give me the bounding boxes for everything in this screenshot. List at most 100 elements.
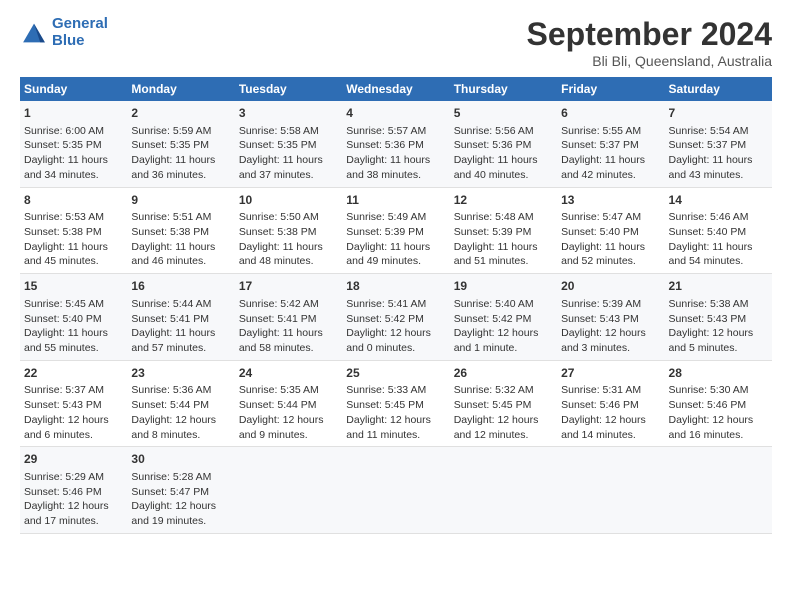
day-number: 30 xyxy=(131,451,230,468)
days-row: SundayMondayTuesdayWednesdayThursdayFrid… xyxy=(20,77,772,101)
day-info: and 37 minutes. xyxy=(239,168,338,183)
day-info: Sunset: 5:46 PM xyxy=(669,398,768,413)
calendar-cell: 16Sunrise: 5:44 AMSunset: 5:41 PMDayligh… xyxy=(127,274,234,361)
calendar-cell: 22Sunrise: 5:37 AMSunset: 5:43 PMDayligh… xyxy=(20,360,127,447)
day-info: Daylight: 12 hours xyxy=(454,326,553,341)
day-info: Daylight: 11 hours xyxy=(346,240,445,255)
day-number: 21 xyxy=(669,278,768,295)
calendar-cell: 18Sunrise: 5:41 AMSunset: 5:42 PMDayligh… xyxy=(342,274,449,361)
logo: General Blue xyxy=(20,16,108,49)
day-info: Sunrise: 5:31 AM xyxy=(561,383,660,398)
day-info: and 46 minutes. xyxy=(131,254,230,269)
day-number: 14 xyxy=(669,192,768,209)
day-info: Daylight: 11 hours xyxy=(24,153,123,168)
day-info: Sunset: 5:41 PM xyxy=(131,312,230,327)
day-info: Sunrise: 5:35 AM xyxy=(239,383,338,398)
day-number: 4 xyxy=(346,105,445,122)
day-info: Sunrise: 5:47 AM xyxy=(561,210,660,225)
day-info: Daylight: 11 hours xyxy=(131,240,230,255)
day-info: Sunset: 5:43 PM xyxy=(669,312,768,327)
day-info: Sunset: 5:37 PM xyxy=(669,138,768,153)
day-info: Daylight: 12 hours xyxy=(131,413,230,428)
day-info: Sunset: 5:35 PM xyxy=(239,138,338,153)
calendar-cell: 20Sunrise: 5:39 AMSunset: 5:43 PMDayligh… xyxy=(557,274,664,361)
day-info: Daylight: 12 hours xyxy=(346,326,445,341)
calendar-cell: 1 Sunrise: 6:00 AMSunset: 5:35 PMDaylight… xyxy=(20,101,127,187)
week-row-3: 15Sunrise: 5:45 AMSunset: 5:40 PMDayligh… xyxy=(20,274,772,361)
day-number: 1 xyxy=(24,105,123,122)
day-info: and 9 minutes. xyxy=(239,428,338,443)
calendar-cell: 24Sunrise: 5:35 AMSunset: 5:44 PMDayligh… xyxy=(235,360,342,447)
day-info: Sunrise: 5:30 AM xyxy=(669,383,768,398)
day-info: Sunrise: 5:37 AM xyxy=(24,383,123,398)
day-header-monday: Monday xyxy=(127,77,234,101)
day-info: Daylight: 12 hours xyxy=(561,326,660,341)
day-info: and 12 minutes. xyxy=(454,428,553,443)
month-title: September 2024 xyxy=(527,16,772,53)
week-row-4: 22Sunrise: 5:37 AMSunset: 5:43 PMDayligh… xyxy=(20,360,772,447)
calendar-cell: 2Sunrise: 5:59 AMSunset: 5:35 PMDaylight… xyxy=(127,101,234,187)
day-info: Sunrise: 5:57 AM xyxy=(346,124,445,139)
day-info: Daylight: 12 hours xyxy=(239,413,338,428)
day-info: Sunrise: 5:29 AM xyxy=(24,470,123,485)
day-info: Sunrise: 5:59 AM xyxy=(131,124,230,139)
calendar-cell: 6Sunrise: 5:55 AMSunset: 5:37 PMDaylight… xyxy=(557,101,664,187)
day-info: and 6 minutes. xyxy=(24,428,123,443)
day-info: Sunrise: 6:00 AM xyxy=(24,124,123,139)
day-info: Daylight: 11 hours xyxy=(454,153,553,168)
day-info: Sunset: 5:45 PM xyxy=(454,398,553,413)
day-info: Sunset: 5:40 PM xyxy=(24,312,123,327)
day-number: 6 xyxy=(561,105,660,122)
day-info: Daylight: 11 hours xyxy=(239,153,338,168)
day-info: Sunrise: 5:50 AM xyxy=(239,210,338,225)
day-info: Sunrise: 5:36 AM xyxy=(131,383,230,398)
day-info: and 45 minutes. xyxy=(24,254,123,269)
calendar-cell: 23Sunrise: 5:36 AMSunset: 5:44 PMDayligh… xyxy=(127,360,234,447)
calendar-table: SundayMondayTuesdayWednesdayThursdayFrid… xyxy=(20,77,772,534)
calendar-cell: 12Sunrise: 5:48 AMSunset: 5:39 PMDayligh… xyxy=(450,187,557,274)
day-number: 5 xyxy=(454,105,553,122)
calendar-cell: 25Sunrise: 5:33 AMSunset: 5:45 PMDayligh… xyxy=(342,360,449,447)
day-info: Daylight: 12 hours xyxy=(131,499,230,514)
day-info: Sunrise: 5:44 AM xyxy=(131,297,230,312)
day-info: Sunrise: 5:32 AM xyxy=(454,383,553,398)
day-info: Sunset: 5:35 PM xyxy=(24,138,123,153)
day-header-friday: Friday xyxy=(557,77,664,101)
location-subtitle: Bli Bli, Queensland, Australia xyxy=(527,53,772,69)
calendar-cell: 7Sunrise: 5:54 AMSunset: 5:37 PMDaylight… xyxy=(665,101,772,187)
day-number: 7 xyxy=(669,105,768,122)
day-header-saturday: Saturday xyxy=(665,77,772,101)
day-info: and 49 minutes. xyxy=(346,254,445,269)
day-number: 17 xyxy=(239,278,338,295)
day-info: and 5 minutes. xyxy=(669,341,768,356)
day-info: Sunset: 5:36 PM xyxy=(454,138,553,153)
day-number: 10 xyxy=(239,192,338,209)
day-info: and 34 minutes. xyxy=(24,168,123,183)
calendar-cell: 27Sunrise: 5:31 AMSunset: 5:46 PMDayligh… xyxy=(557,360,664,447)
day-number: 2 xyxy=(131,105,230,122)
calendar-cell: 28Sunrise: 5:30 AMSunset: 5:46 PMDayligh… xyxy=(665,360,772,447)
page: General Blue September 2024 Bli Bli, Que… xyxy=(0,0,792,544)
day-info: Sunset: 5:38 PM xyxy=(239,225,338,240)
day-info: Sunrise: 5:56 AM xyxy=(454,124,553,139)
day-info: Sunset: 5:47 PM xyxy=(131,485,230,500)
calendar-cell: 17Sunrise: 5:42 AMSunset: 5:41 PMDayligh… xyxy=(235,274,342,361)
day-info: Sunrise: 5:33 AM xyxy=(346,383,445,398)
calendar-cell xyxy=(557,447,664,534)
day-header-tuesday: Tuesday xyxy=(235,77,342,101)
calendar-cell: 21Sunrise: 5:38 AMSunset: 5:43 PMDayligh… xyxy=(665,274,772,361)
day-info: and 1 minute. xyxy=(454,341,553,356)
day-info: Sunrise: 5:28 AM xyxy=(131,470,230,485)
logo-text: General Blue xyxy=(52,16,108,49)
day-info: Sunset: 5:45 PM xyxy=(346,398,445,413)
calendar-cell: 13Sunrise: 5:47 AMSunset: 5:40 PMDayligh… xyxy=(557,187,664,274)
calendar-cell: 29Sunrise: 5:29 AMSunset: 5:46 PMDayligh… xyxy=(20,447,127,534)
day-info: Daylight: 12 hours xyxy=(24,499,123,514)
day-info: Daylight: 11 hours xyxy=(239,240,338,255)
day-info: Daylight: 12 hours xyxy=(24,413,123,428)
day-info: Sunset: 5:38 PM xyxy=(131,225,230,240)
day-info: Sunrise: 5:55 AM xyxy=(561,124,660,139)
day-info: Sunset: 5:39 PM xyxy=(454,225,553,240)
day-info: Daylight: 11 hours xyxy=(24,240,123,255)
day-info: Sunset: 5:40 PM xyxy=(561,225,660,240)
